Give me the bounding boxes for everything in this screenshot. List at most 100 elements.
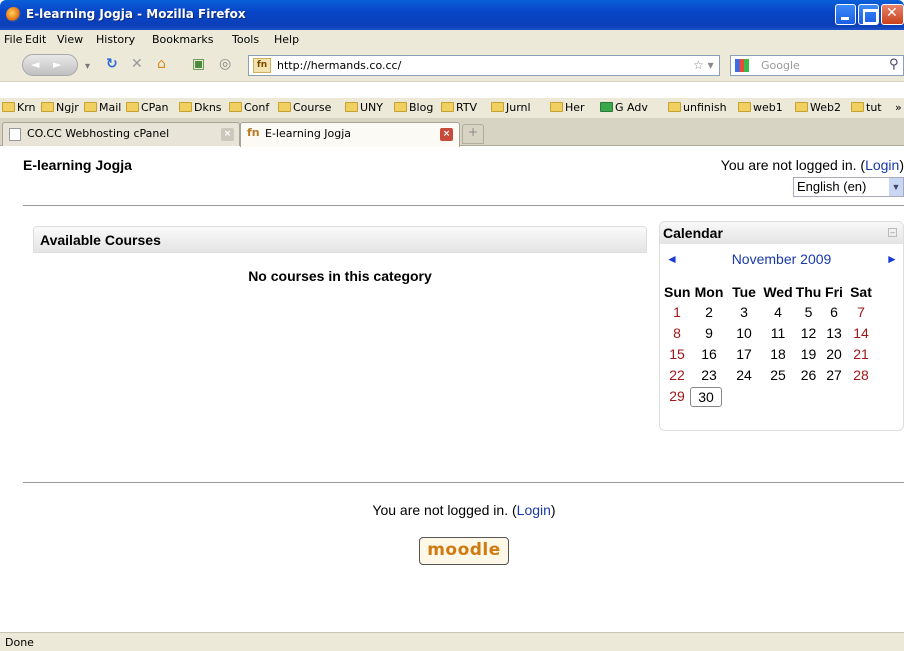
stop-icon[interactable]: ✕ — [131, 56, 143, 72]
available-courses-title: Available Courses — [40, 232, 161, 248]
bookmark-folder-rtv[interactable]: RTV — [441, 101, 477, 114]
language-select[interactable]: English (en) ▼ — [793, 177, 904, 197]
bookmark-star-icon[interactable]: ☆ ▾ — [693, 58, 714, 72]
forward-arrow-icon[interactable]: ► — [53, 58, 61, 71]
bookmark-folder-uny[interactable]: UNY — [345, 101, 383, 114]
next-month-icon[interactable]: ► — [886, 252, 898, 266]
bookmark-folder-cpan[interactable]: CPan — [126, 101, 169, 114]
moodle-logo[interactable]: moodle — [419, 537, 509, 565]
folder-icon — [668, 102, 681, 112]
search-placeholder[interactable]: Google — [761, 59, 800, 72]
page-icon — [9, 128, 21, 141]
maximize-button[interactable] — [858, 4, 879, 25]
home-icon[interactable]: ⌂ — [157, 56, 166, 72]
calendar-day: 10 — [736, 325, 752, 341]
folder-icon — [491, 102, 504, 112]
calendar-day: 25 — [770, 367, 786, 383]
month-link[interactable]: November 2009 — [732, 251, 832, 267]
bookmark-label: Dkns — [194, 101, 222, 114]
search-bar[interactable]: Google ⚲ — [730, 55, 904, 76]
screenshot-addon-icon[interactable]: ▣ — [192, 56, 205, 72]
calendar-day-today: 30 — [690, 387, 722, 407]
bookmark-folder-tut[interactable]: tut — [851, 101, 882, 114]
chevron-down-icon[interactable]: ▼ — [889, 178, 903, 196]
bookmark-folder-unfinish[interactable]: unfinish — [668, 101, 727, 114]
bookmark-label: RTV — [456, 101, 478, 114]
bookmark-label: CPan — [141, 101, 169, 114]
menu-view[interactable]: View — [57, 33, 83, 46]
close-tab-icon[interactable]: × — [440, 128, 453, 141]
calendar-day: 17 — [736, 346, 752, 362]
folder-icon — [441, 102, 454, 112]
menu-tools[interactable]: Tools — [232, 33, 259, 46]
calendar-day: 11 — [770, 325, 786, 341]
bookmark-folder-ngjr[interactable]: Ngjr — [41, 101, 79, 114]
bookmark-gadv[interactable]: G Adv — [600, 101, 648, 114]
bookmark-label: UNY — [360, 101, 383, 114]
menu-file[interactable]: File — [4, 33, 22, 46]
moodle-favicon-icon: fn — [247, 126, 260, 139]
bookmark-label: web1 — [753, 101, 783, 114]
bookmark-folder-jurnl[interactable]: Jurnl — [491, 101, 531, 114]
bookmark-folder-krn[interactable]: Krn — [2, 101, 36, 114]
address-bar[interactable]: fn http://hermands.co.cc/ ☆ ▾ — [248, 55, 720, 76]
footer-login-link[interactable]: Login — [517, 502, 551, 518]
calendar-day: 18 — [770, 346, 786, 362]
menu-help[interactable]: Help — [274, 33, 299, 46]
calendar-title: Calendar — [663, 225, 723, 241]
back-forward-buttons[interactable]: ◄ ► — [22, 54, 78, 76]
bookmark-label: G Adv — [615, 101, 648, 114]
weekday-header: Mon — [694, 284, 724, 300]
minimize-button[interactable] — [835, 4, 856, 25]
tab-cpanel[interactable]: CO.CC Webhosting cPanel × — [2, 122, 240, 146]
collapse-icon[interactable]: – — [888, 228, 897, 237]
language-value[interactable]: English (en) — [797, 179, 866, 194]
close-window-button[interactable] — [881, 4, 904, 25]
bookmark-label: Blog — [409, 101, 434, 114]
calendar-day: 19 — [800, 346, 817, 362]
bookmark-folder-conf[interactable]: Conf — [229, 101, 269, 114]
folder-icon — [229, 102, 242, 112]
site-favicon-icon: fn — [253, 58, 271, 73]
navigation-toolbar: ◄ ► ▾ ↻ ✕ ⌂ ▣ ◎ fn http://hermands.co.cc… — [0, 50, 904, 82]
search-icon[interactable]: ⚲ — [889, 57, 899, 72]
back-arrow-icon[interactable]: ◄ — [31, 58, 39, 71]
bookmark-label: Conf — [244, 101, 270, 114]
folder-icon — [795, 102, 808, 112]
weekday-header: Tue — [732, 284, 756, 300]
footer-divider — [23, 482, 904, 483]
bookmark-label: Mail — [99, 101, 122, 114]
bookmark-folder-web1[interactable]: web1 — [738, 101, 783, 114]
history-dropdown-icon[interactable]: ▾ — [85, 59, 90, 75]
bookmark-folder-her[interactable]: Her — [550, 101, 585, 114]
calendar-month: November 2009 — [660, 251, 903, 267]
folder-icon — [2, 102, 15, 112]
moodle-logo-text: moodle — [427, 540, 501, 560]
new-tab-button[interactable]: + — [462, 124, 484, 144]
menu-bookmarks[interactable]: Bookmarks — [152, 33, 213, 46]
status-bar: Done — [0, 632, 904, 651]
tab-label: CO.CC Webhosting cPanel — [27, 127, 170, 140]
bookmark-folder-blog[interactable]: Blog — [394, 101, 433, 114]
menu-history[interactable]: History — [96, 33, 135, 46]
status-text: Done — [5, 636, 34, 649]
bookmarks-overflow-button[interactable]: » — [895, 101, 902, 114]
google-icon[interactable] — [735, 59, 749, 72]
folder-icon — [84, 102, 97, 112]
bookmark-folder-mail[interactable]: Mail — [84, 101, 121, 114]
folder-icon — [851, 102, 864, 112]
calendar-day: 12 — [800, 325, 817, 341]
bookmark-label: Krn — [17, 101, 36, 114]
bookmark-folder-web2[interactable]: Web2 — [795, 101, 841, 114]
weekday-header: Sun — [664, 284, 691, 300]
close-tab-icon[interactable]: × — [221, 128, 234, 141]
bookmark-folder-dkns[interactable]: Dkns — [179, 101, 222, 114]
calendar-day: 22 — [669, 367, 685, 383]
bookmark-folder-course[interactable]: Course — [278, 101, 331, 114]
reload-icon[interactable]: ↻ — [106, 56, 118, 72]
menu-edit[interactable]: Edit — [25, 33, 46, 46]
tab-elearning[interactable]: fn E-learning Jogja × — [240, 122, 460, 147]
login-link[interactable]: Login — [865, 157, 899, 173]
addon-globe-icon[interactable]: ◎ — [219, 56, 231, 72]
url-text[interactable]: http://hermands.co.cc/ — [277, 59, 401, 72]
